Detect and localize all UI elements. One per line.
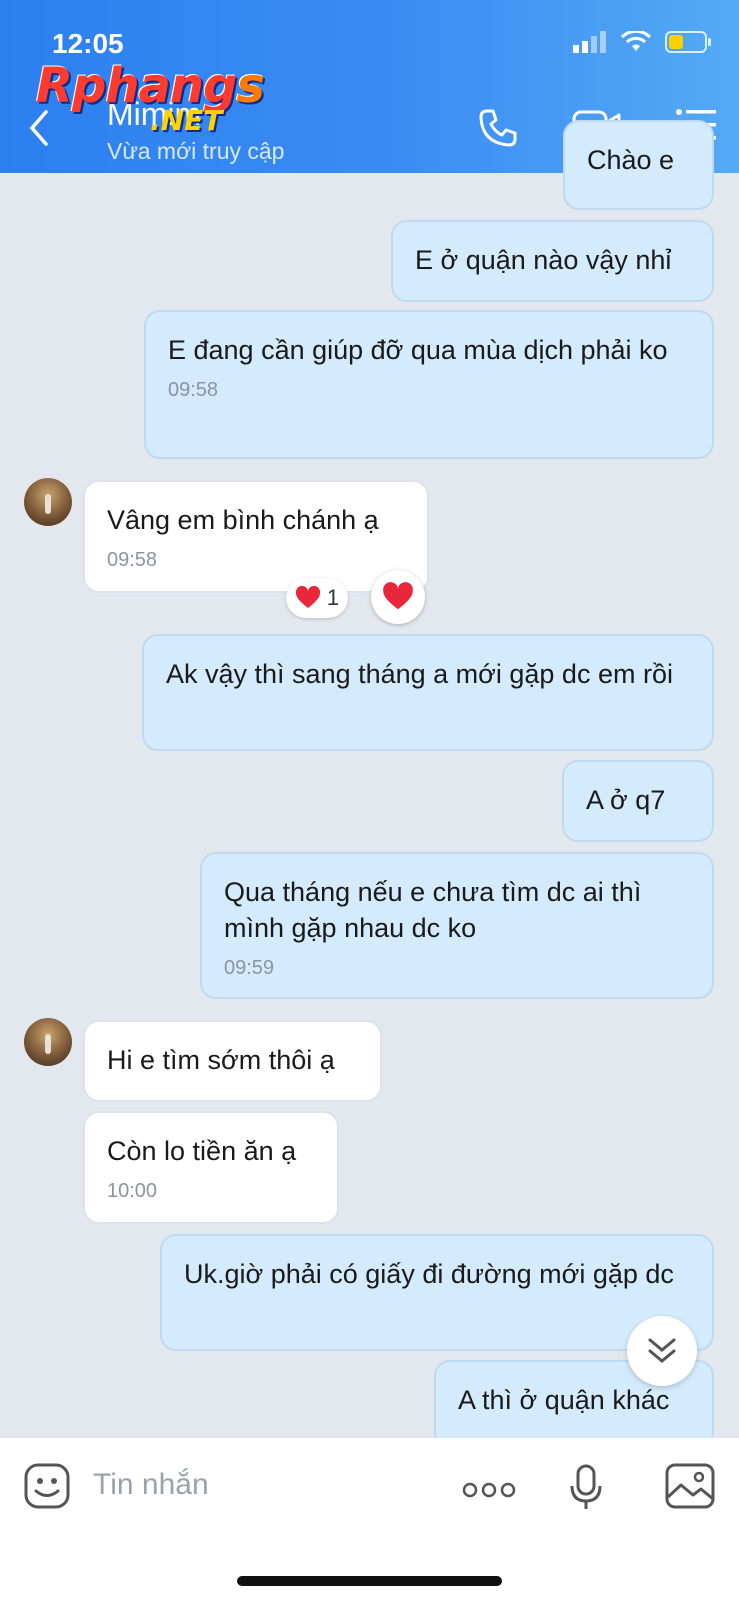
more-button[interactable] — [462, 1482, 516, 1503]
voice-message-button[interactable] — [569, 1464, 603, 1517]
home-indicator[interactable] — [237, 1576, 502, 1586]
chevron-double-down-icon — [648, 1338, 676, 1363]
message-bubble-incoming[interactable]: Hi e tìm sớm thôi ạ — [83, 1020, 382, 1102]
message-input[interactable]: Tin nhắn — [93, 1468, 209, 1502]
wifi-icon — [621, 31, 651, 51]
react-button[interactable] — [371, 570, 425, 624]
message-text: E ở quận nào vậy nhỉ — [415, 245, 672, 275]
more-icon — [462, 1482, 516, 1498]
message-bubble-outgoing[interactable]: E đang cần giúp đỡ qua mùa dịch phải ko … — [144, 310, 714, 459]
avatar[interactable] — [24, 1018, 72, 1066]
message-text: Qua tháng nếu e chưa tìm dc ai thì mình … — [224, 877, 642, 943]
message-text: A thì ở quận khác — [458, 1385, 670, 1415]
microphone-icon — [570, 1464, 602, 1509]
message-bubble-outgoing[interactable]: Qua tháng nếu e chưa tìm dc ai thì mình … — [200, 852, 714, 999]
message-bubble-incoming[interactable]: Còn lo tiền ăn ạ 10:00 — [83, 1111, 339, 1224]
message-text: Vâng em bình chánh ạ — [107, 505, 379, 535]
image-icon — [665, 1463, 715, 1509]
message-bubble-incoming[interactable]: Vâng em bình chánh ạ 09:58 — [83, 480, 429, 593]
message-bubble-outgoing[interactable]: E ở quận nào vậy nhỉ — [391, 220, 714, 302]
message-time: 09:58 — [168, 379, 219, 401]
image-button[interactable] — [665, 1463, 715, 1514]
message-text: Chào e — [587, 145, 675, 175]
heart-icon — [383, 582, 413, 610]
message-bubble-outgoing[interactable]: A ở q7 — [562, 760, 714, 842]
message-text: A ở q7 — [586, 785, 666, 815]
message-bubble-outgoing[interactable]: Chào e — [563, 120, 714, 210]
heart-icon — [295, 586, 320, 608]
signal-icon — [573, 31, 606, 53]
message-text: Hi e tìm sớm thôi ạ — [107, 1045, 335, 1075]
contact-status: Vừa mới truy cập — [107, 138, 285, 164]
phone-icon — [479, 109, 517, 147]
message-time: 09:59 — [224, 957, 275, 979]
message-text: Uk.giờ phải có giấy đi đường mới gặp dc — [184, 1259, 674, 1289]
status-time: 12:05 — [52, 28, 124, 59]
back-button[interactable] — [28, 110, 50, 151]
scroll-to-bottom-button[interactable] — [627, 1316, 697, 1386]
status-icons — [573, 30, 713, 54]
message-time: 10:00 — [107, 1180, 158, 1202]
message-text: E đang cần giúp đỡ qua mùa dịch phải ko — [168, 335, 668, 365]
message-text: Còn lo tiền ăn ạ — [107, 1136, 297, 1166]
battery-icon — [665, 31, 711, 53]
watermark-logo-suffix: .NET — [150, 104, 223, 137]
message-text: Ak vậy thì sang tháng a mới gặp dc em rồ… — [166, 659, 673, 689]
sticker-button[interactable] — [23, 1462, 71, 1515]
message-bubble-outgoing[interactable]: Ak vậy thì sang tháng a mới gặp dc em rồ… — [142, 634, 714, 751]
reaction-count: 1 — [326, 585, 340, 610]
sticker-icon — [24, 1463, 70, 1509]
voice-call-button[interactable] — [478, 108, 518, 153]
reaction-summary[interactable]: 1 — [286, 578, 348, 618]
message-time: 09:58 — [107, 549, 158, 571]
avatar[interactable] — [24, 478, 72, 526]
back-icon — [29, 110, 48, 146]
